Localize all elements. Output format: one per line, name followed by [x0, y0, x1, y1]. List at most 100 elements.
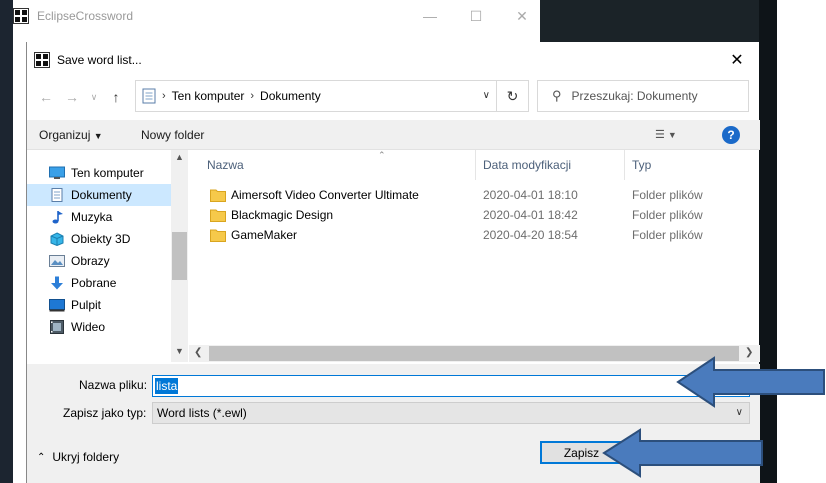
savetype-value: Word lists (*.ewl): [157, 406, 247, 420]
new-folder-button[interactable]: Nowy folder: [141, 128, 204, 142]
folder-icon: [210, 229, 226, 242]
file-name: Aimersoft Video Converter Ultimate: [231, 188, 419, 202]
folder-icon: [210, 209, 226, 222]
navigation-bar: ← → ∨ ↑ › Ten komputer › Dokumenty ∨ ↻ ⚲: [27, 80, 760, 114]
arrow-right-icon[interactable]: →: [63, 88, 81, 106]
column-header-date[interactable]: Data modyfikacji: [476, 150, 625, 180]
filename-value: lista: [155, 378, 179, 394]
file-name: Blackmagic Design: [231, 208, 334, 222]
sidebar-item-obrazy[interactable]: Obrazy: [27, 250, 171, 272]
savetype-select[interactable]: Word lists (*.ewl) ∨: [152, 402, 750, 424]
sidebar-item-dokumenty[interactable]: Dokumenty: [27, 184, 171, 206]
filename-field[interactable]: lista: [152, 375, 750, 397]
maximize-icon[interactable]: ☐: [453, 0, 499, 32]
help-icon[interactable]: ?: [722, 126, 740, 144]
filename-label: Nazwa pliku:: [79, 378, 148, 392]
column-header-label: Typ: [632, 158, 652, 172]
computer-icon: [49, 166, 65, 179]
documents-icon: [51, 188, 63, 202]
documents-icon: [142, 88, 156, 104]
sidebar-item-pobrane[interactable]: Pobrane: [27, 272, 171, 294]
music-icon: [52, 211, 63, 224]
background-desktop: [0, 0, 13, 483]
file-date: 2020-04-20 18:54: [483, 228, 578, 242]
arrow-up-icon[interactable]: ↑: [107, 88, 125, 106]
sidebar-item-label: Obiekty 3D: [71, 232, 131, 246]
annotation-arrow-save: [602, 428, 763, 478]
organize-label: Organizuj: [39, 128, 91, 142]
column-header-type[interactable]: Typ: [625, 150, 760, 180]
hide-folders-label: Ukryj foldery: [52, 450, 120, 464]
parent-window-titlebar: EclipseCrossword — ☐ ✕: [13, 0, 540, 32]
savetype-label: Zapisz jako typ:: [63, 406, 147, 420]
sidebar-item-obiekty-3d[interactable]: Obiekty 3D: [27, 228, 171, 250]
organize-menu[interactable]: Organizuj ▼: [39, 128, 103, 142]
sidebar-item-muzyka[interactable]: Muzyka: [27, 206, 171, 228]
minimize-icon[interactable]: —: [407, 0, 453, 32]
breadcrumb-ten-komputer[interactable]: Ten komputer: [172, 89, 245, 103]
file-list: ⌃ Nazwa Data modyfikacji Typ Aimersoft V…: [189, 150, 760, 362]
app-icon: [13, 8, 29, 24]
sidebar-item-label: Pulpit: [71, 298, 102, 312]
refresh-icon[interactable]: ↻: [497, 80, 529, 112]
file-type: Folder plików: [632, 208, 703, 222]
file-type: Folder plików: [632, 228, 703, 242]
desktop-icon: [49, 299, 65, 312]
close-icon[interactable]: ✕: [499, 0, 545, 32]
sidebar-item-ten-komputer[interactable]: Ten komputer: [27, 162, 171, 184]
downloads-icon: [51, 276, 63, 290]
save-dialog: Save word list... ✕ ← → ∨ ↑ › Ten komput…: [26, 42, 760, 483]
file-row[interactable]: GameMaker 2020-04-20 18:54 Folder plików: [189, 225, 760, 245]
chevron-right-icon: ›: [162, 90, 166, 102]
dialog-titlebar: Save word list... ✕: [27, 42, 760, 78]
file-row[interactable]: Aimersoft Video Converter Ultimate 2020-…: [189, 185, 760, 205]
sidebar-item-label: Dokumenty: [71, 188, 132, 202]
view-options-icon[interactable]: ☰ ▼: [655, 128, 677, 141]
sidebar-item-label: Muzyka: [71, 210, 113, 224]
scrollbar-thumb[interactable]: [209, 346, 739, 361]
scrollbar-thumb[interactable]: [172, 232, 187, 280]
column-header-label: Data modyfikacji: [483, 158, 572, 172]
chevron-down-icon[interactable]: ∨: [85, 88, 103, 106]
arrow-left-icon[interactable]: ←: [37, 88, 55, 106]
scroll-up-icon[interactable]: ▲: [175, 152, 184, 162]
search-input[interactable]: ⚲ Przeszukaj: Dokumenty: [537, 80, 749, 112]
sidebar-item-wideo[interactable]: Wideo: [27, 316, 171, 338]
breadcrumb-dokumenty[interactable]: Dokumenty: [260, 89, 321, 103]
file-date: 2020-04-01 18:42: [483, 208, 578, 222]
file-name: GameMaker: [231, 228, 298, 242]
navigation-pane: Ten komputer Dokumenty Muzyka Obiekty 3D…: [27, 150, 189, 362]
file-date: 2020-04-01 18:10: [483, 188, 578, 202]
screenshot: EclipseCrossword — ☐ ✕ Save word list...…: [0, 0, 826, 483]
app-icon: [34, 52, 50, 68]
close-icon[interactable]: ✕: [714, 42, 760, 78]
annotation-arrow-filename: [676, 356, 825, 408]
scroll-left-icon[interactable]: ❮: [194, 347, 202, 358]
scroll-down-icon[interactable]: ▼: [175, 346, 184, 356]
hide-folders-button[interactable]: ⌃ Ukryj foldery: [37, 450, 119, 464]
chevron-up-icon: ⌃: [37, 451, 46, 463]
caret-down-icon: ▼: [93, 131, 103, 141]
dialog-title: Save word list...: [57, 53, 142, 67]
file-row[interactable]: Blackmagic Design 2020-04-01 18:42 Folde…: [189, 205, 760, 225]
search-icon: ⚲: [552, 88, 562, 103]
address-bar[interactable]: › Ten komputer › Dokumenty ∨: [135, 80, 497, 112]
chevron-down-icon: ∨: [735, 407, 743, 418]
sidebar-item-label: Wideo: [71, 320, 106, 334]
background-window-edge: [759, 0, 777, 483]
file-type: Folder plików: [632, 188, 703, 202]
background-window: [540, 0, 777, 42]
parent-window-title: EclipseCrossword: [37, 9, 134, 23]
toolbar: Organizuj ▼ Nowy folder ☰ ▼ ?: [27, 120, 760, 150]
column-header-name[interactable]: Nazwa: [189, 150, 476, 180]
sidebar-item-label: Pobrane: [71, 276, 117, 290]
navigation-pane-scrollbar[interactable]: ▲ ▼: [171, 150, 188, 362]
objects-3d-icon: [50, 232, 64, 246]
file-list-scrollbar[interactable]: ❮ ❯: [189, 345, 760, 362]
chevron-right-icon: ›: [250, 90, 255, 102]
sidebar-item-pulpit[interactable]: Pulpit: [27, 294, 171, 316]
video-icon: [50, 320, 64, 334]
sidebar-item-label: Ten komputer: [71, 166, 144, 180]
chevron-down-icon[interactable]: ∨: [483, 90, 490, 101]
sidebar-item-label: Obrazy: [71, 254, 110, 268]
